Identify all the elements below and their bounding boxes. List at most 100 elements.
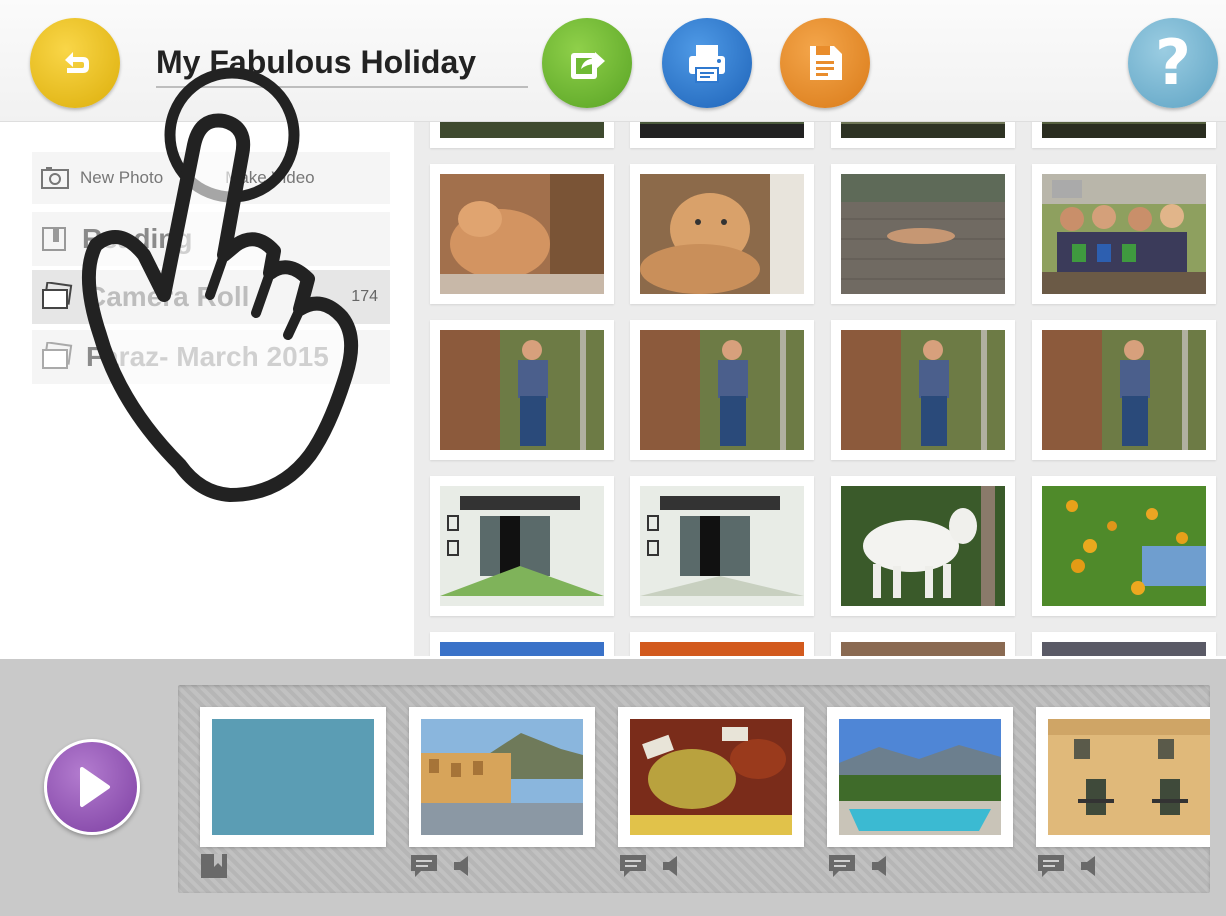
photo-thumb[interactable] xyxy=(630,164,814,304)
sidebar-item-camera-roll[interactable]: Camera Roll 174 xyxy=(32,270,390,324)
slide-image xyxy=(630,719,792,835)
photo-image xyxy=(841,174,1005,294)
title-field[interactable]: My Fabulous Holiday xyxy=(156,40,528,88)
photo-thumb[interactable] xyxy=(1032,164,1216,304)
slide-image xyxy=(839,719,1001,835)
sidebar-item-label: Reading xyxy=(82,223,193,254)
photo-image xyxy=(440,122,604,138)
photo-thumb[interactable] xyxy=(1032,632,1216,656)
photo-thumb[interactable] xyxy=(831,164,1015,304)
photo-thumb[interactable] xyxy=(430,320,614,460)
slide-controls xyxy=(827,853,893,879)
photo-thumb[interactable] xyxy=(630,632,814,656)
photo-image xyxy=(640,122,804,138)
photo-image xyxy=(640,486,804,606)
slide-image xyxy=(421,719,583,835)
photo-thumb[interactable] xyxy=(630,320,814,460)
print-icon xyxy=(689,45,725,83)
photo-thumb[interactable] xyxy=(831,476,1015,616)
storyboard-panel xyxy=(0,656,1226,916)
make-video-button[interactable]: Make Video xyxy=(225,168,314,188)
photo-image xyxy=(440,486,604,606)
sidebar-item-reading[interactable]: Reading xyxy=(32,212,390,266)
back-button[interactable] xyxy=(30,18,120,108)
photo-thumb[interactable] xyxy=(630,122,814,148)
photo-image xyxy=(640,642,804,656)
audio-icon[interactable] xyxy=(660,853,684,879)
photo-thumb[interactable] xyxy=(831,632,1015,656)
photo-image xyxy=(841,122,1005,138)
photo-image xyxy=(440,174,604,294)
photo-image xyxy=(640,174,804,294)
save-icon xyxy=(810,46,842,80)
photo-image xyxy=(1042,174,1206,294)
photo-image xyxy=(1042,486,1206,606)
slide-controls xyxy=(1036,853,1102,879)
toolbar: My Fabulous Holiday ? xyxy=(0,0,1226,122)
photo-grid xyxy=(414,122,1226,656)
caption-icon[interactable] xyxy=(618,853,648,879)
capture-bar: New Photo Make Video xyxy=(32,152,390,204)
photo-thumb[interactable] xyxy=(1032,320,1216,460)
sidebar-item-label: Faraz- March 2015 xyxy=(86,341,329,372)
sidebar-item-faraz-march[interactable]: Faraz- March 2015 xyxy=(32,330,390,384)
share-button[interactable] xyxy=(542,18,632,108)
camera-icon xyxy=(41,167,69,189)
slide-image xyxy=(212,719,374,835)
new-photo-button[interactable]: New Photo xyxy=(40,166,163,190)
photo-image xyxy=(440,642,604,656)
filmstrip xyxy=(178,685,1210,893)
photo-thumb[interactable] xyxy=(430,122,614,148)
photo-image xyxy=(440,330,604,450)
coastal-town-slide[interactable] xyxy=(409,707,595,847)
photo-thumb[interactable] xyxy=(430,164,614,304)
food-market-slide[interactable] xyxy=(618,707,804,847)
audio-icon[interactable] xyxy=(1078,853,1102,879)
project-title: My Fabulous Holiday xyxy=(156,44,477,80)
make-video-label: Make Video xyxy=(225,168,315,187)
play-button[interactable] xyxy=(44,739,140,835)
app-window: My Fabulous Holiday ? New Photo Make Vid… xyxy=(0,0,1226,916)
slide-controls xyxy=(200,853,228,879)
photo-image xyxy=(841,642,1005,656)
print-button[interactable] xyxy=(662,18,752,108)
caption-icon[interactable] xyxy=(1036,853,1066,879)
photo-image xyxy=(640,330,804,450)
building-slide[interactable] xyxy=(1036,707,1210,847)
photo-thumb[interactable] xyxy=(630,476,814,616)
photo-thumb[interactable] xyxy=(831,320,1015,460)
photo-thumb[interactable] xyxy=(1032,122,1216,148)
bookmark-icon[interactable] xyxy=(200,853,228,879)
caption-icon[interactable] xyxy=(827,853,857,879)
play-icon xyxy=(80,767,110,807)
photo-thumb[interactable] xyxy=(430,476,614,616)
photo-stack-icon xyxy=(42,282,73,309)
back-arrow-icon xyxy=(65,52,89,73)
share-icon xyxy=(571,52,605,79)
save-button[interactable] xyxy=(780,18,870,108)
photo-thumb[interactable] xyxy=(430,632,614,656)
audio-icon[interactable] xyxy=(451,853,475,879)
photo-thumb[interactable] xyxy=(831,122,1015,148)
caption-icon[interactable] xyxy=(409,853,439,879)
photo-image xyxy=(841,330,1005,450)
slide-image xyxy=(1048,719,1210,835)
slide-controls xyxy=(618,853,684,879)
photo-count: 174 xyxy=(351,288,378,305)
photo-image xyxy=(1042,330,1206,450)
book-icon xyxy=(42,227,66,251)
photo-thumb[interactable] xyxy=(1032,476,1216,616)
photo-image xyxy=(1042,122,1206,138)
help-button[interactable]: ? xyxy=(1128,18,1218,108)
photo-image xyxy=(1042,642,1206,656)
pool-slide[interactable] xyxy=(827,707,1013,847)
photo-stack-icon xyxy=(42,342,73,369)
audio-icon[interactable] xyxy=(869,853,893,879)
title-slide[interactable] xyxy=(200,707,386,847)
photo-image xyxy=(841,486,1005,606)
help-icon: ? xyxy=(1155,26,1191,99)
new-photo-label: New Photo xyxy=(80,168,164,187)
album-sidebar: New Photo Make Video Reading Camera Roll… xyxy=(0,122,414,656)
sidebar-item-label: Camera Roll xyxy=(86,281,250,312)
slide-controls xyxy=(409,853,475,879)
